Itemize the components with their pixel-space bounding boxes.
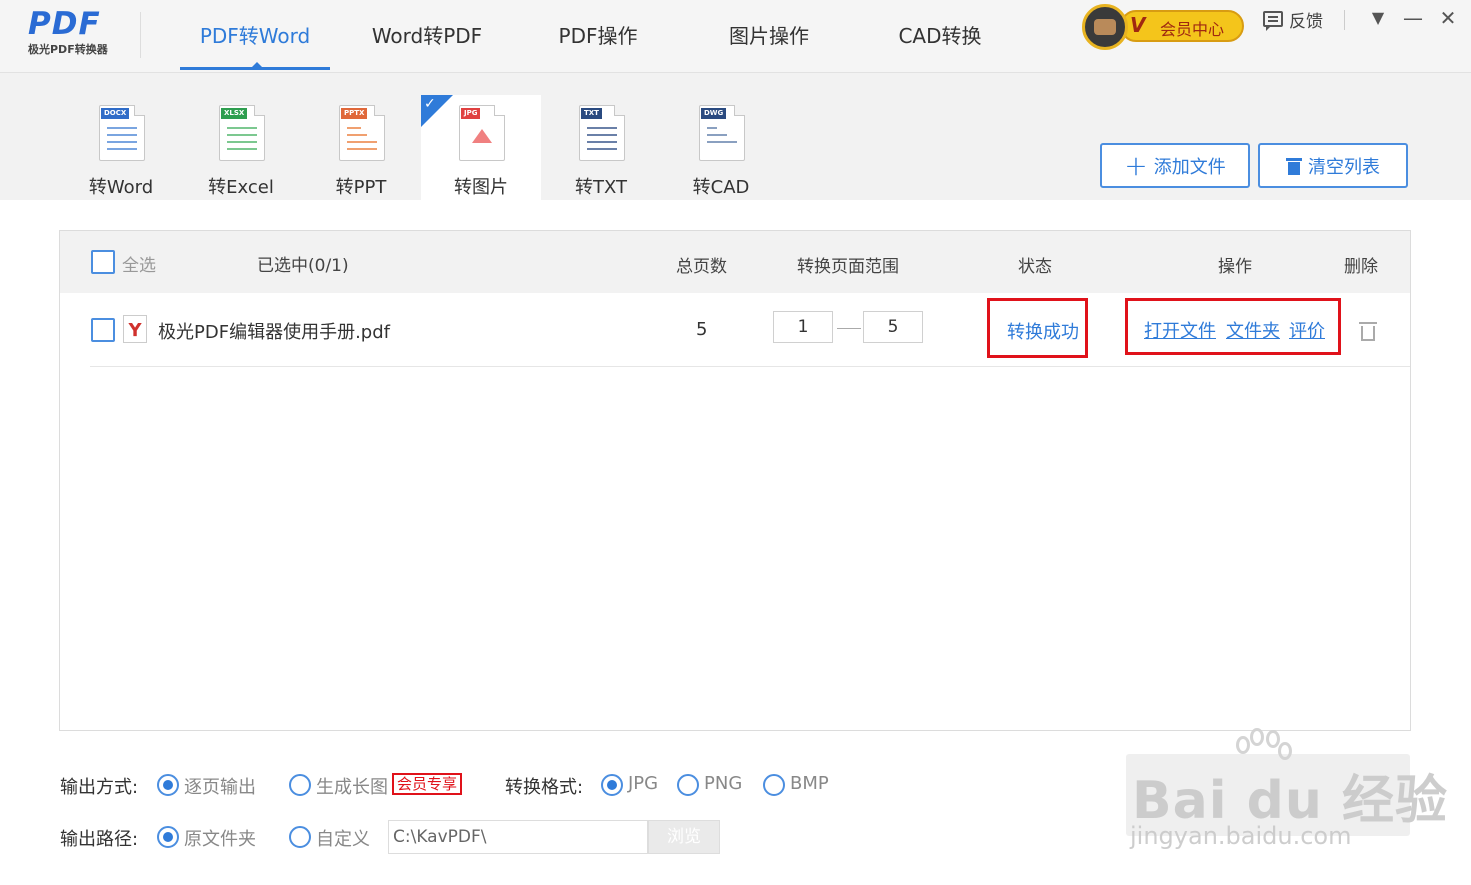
per-page-label: 逐页输出 [184,777,256,798]
pdf-file-icon [123,315,147,343]
rate-link[interactable]: 评价 [1289,317,1325,343]
original-folder-label: 原文件夹 [184,829,256,850]
row-checkbox[interactable] [91,318,115,342]
trash-icon [1286,157,1302,175]
convert-to-image-label: 转图片 [454,177,508,198]
open-folder-link[interactable]: 文件夹 [1226,317,1280,343]
logo-mark: PDF [28,6,101,42]
radio-format-png[interactable] [677,774,699,796]
tab-cad-conversion[interactable]: CAD转换 [865,20,1015,54]
message-icon [1263,11,1283,31]
avatar [1082,4,1128,50]
range-to-input[interactable]: 5 [863,311,923,343]
header-status: 状态 [1018,257,1052,277]
select-all-checkbox[interactable] [91,250,115,274]
convert-to-cad[interactable]: DWG 转CAD [661,95,781,200]
status-success: 转换成功 [1007,322,1079,343]
xlsx-file-icon: XLSX [219,105,265,161]
radio-long-image[interactable] [289,774,311,796]
convert-to-excel-label: 转Excel [208,177,274,198]
menu-dropdown-icon[interactable]: ▼ [1366,6,1390,30]
header-delete: 删除 [1344,257,1378,277]
radio-per-page[interactable] [157,774,179,796]
feedback-button[interactable]: 反馈 [1263,8,1323,32]
convert-to-ppt[interactable]: PPTX 转PPT [301,95,421,200]
file-list-header: 全选 已选中(0/1) 总页数 转换页面范围 状态 操作 删除 [60,231,1410,293]
clear-list-label: 清空列表 [1308,156,1380,178]
open-file-link[interactable]: 打开文件 [1144,317,1216,343]
radio-original-folder[interactable] [157,826,179,848]
format-png-label: PNG [704,773,743,794]
pptx-file-icon: PPTX [339,105,385,161]
header-page-range: 转换页面范围 [797,257,899,277]
active-tab-caret [251,62,263,68]
range-from-input[interactable]: 1 [773,311,833,343]
close-icon[interactable]: ✕ [1436,6,1460,30]
vip-v-icon: V [1130,13,1146,37]
docx-file-icon: DOCX [99,105,145,161]
clear-list-button[interactable]: 清空列表 [1258,143,1408,188]
vip-center-label: 会员中心 [1160,20,1225,39]
long-image-label: 生成长图 [316,777,388,798]
selected-count: 已选中(0/1) [257,256,349,276]
logo-divider [140,12,141,58]
radio-format-bmp[interactable] [763,774,785,796]
convert-to-txt[interactable]: TXT 转TXT [541,95,661,200]
conversion-toolbar: DOCX 转Word XLSX 转Excel PPTX 转PPT JPG 转图片 [0,73,1471,200]
plus-icon: + [1124,148,1148,182]
custom-path-label: 自定义 [316,829,370,850]
select-all-label: 全选 [122,256,156,276]
file-name: 极光PDF编辑器使用手册.pdf [158,322,390,343]
tab-image-operations[interactable]: 图片操作 [694,20,844,54]
vip-center-button[interactable]: V 会员中心 [1082,4,1246,50]
header-operations: 操作 [1218,257,1252,277]
checkmark-icon: ✓ [424,96,436,112]
window-controls-divider [1344,10,1345,30]
convert-to-excel[interactable]: XLSX 转Excel [181,95,301,200]
output-path-label: 输出路径: [60,829,139,850]
add-file-label: 添加文件 [1153,156,1226,178]
add-file-button[interactable]: + 添加文件 [1100,143,1250,188]
minimize-icon[interactable]: — [1401,6,1425,30]
radio-format-jpg[interactable] [601,774,623,796]
output-path-input[interactable]: C:\KavPDF\ [388,820,648,854]
format-jpg-label: JPG [628,773,659,794]
top-bar: PDF 极光PDF转换器 PDF转Word Word转PDF PDF操作 图片操… [0,0,1471,73]
convert-to-txt-label: 转TXT [574,177,627,198]
convert-to-word-label: 转Word [88,177,154,198]
file-list: 全选 已选中(0/1) 总页数 转换页面范围 状态 操作 删除 极光PDF编辑器… [59,230,1411,731]
total-pages-value: 5 [696,319,708,340]
tab-pdf-operations[interactable]: PDF操作 [523,20,673,54]
radio-custom-path[interactable] [289,826,311,848]
tab-pdf-to-word[interactable]: PDF转Word [180,20,330,54]
convert-to-ppt-label: 转PPT [335,177,387,198]
format-bmp-label: BMP [790,773,829,794]
range-separator [837,328,861,329]
vip-only-badge: 会员专享 [392,773,463,795]
feedback-label: 反馈 [1289,11,1323,32]
output-mode-label: 输出方式: [60,777,139,798]
browse-button[interactable]: 浏览 [648,820,720,854]
jpg-file-icon: JPG [459,105,505,161]
txt-file-icon: TXT [579,105,625,161]
app-logo: PDF 极光PDF转换器 [28,8,138,60]
convert-to-word[interactable]: DOCX 转Word [61,95,181,200]
format-label: 转换格式: [505,777,584,798]
tab-word-to-pdf[interactable]: Word转PDF [352,20,502,54]
logo-subtitle: 极光PDF转换器 [28,43,108,56]
header-total-pages: 总页数 [676,257,727,277]
table-row: 极光PDF编辑器使用手册.pdf 5 1 5 转换成功 打开文件 文件夹 评价 [90,293,1410,367]
delete-row-trash-icon[interactable] [1359,320,1377,342]
convert-to-cad-label: 转CAD [692,177,750,198]
watermark-url: jingyan.baidu.com [1130,822,1352,850]
dwg-file-icon: DWG [699,105,745,161]
